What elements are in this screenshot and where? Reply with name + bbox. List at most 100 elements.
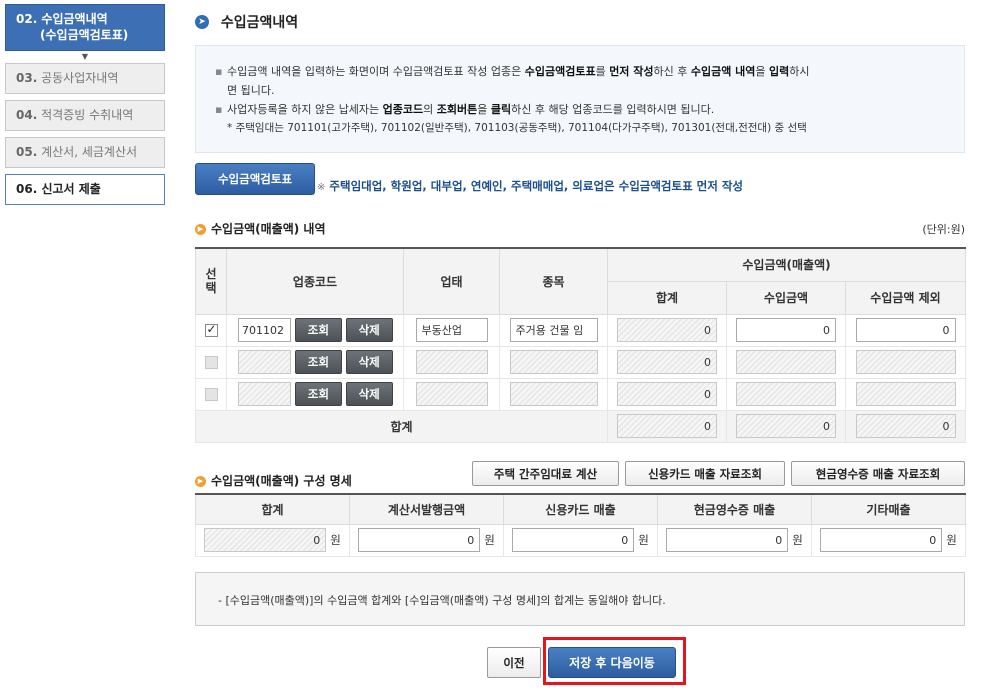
- composition-total-field: [204, 528, 327, 552]
- lookup-button[interactable]: 조회: [294, 318, 342, 342]
- won-unit: 원: [638, 532, 649, 547]
- cash-receipt-sales-input[interactable]: [666, 528, 789, 552]
- row-checkbox[interactable]: [204, 322, 218, 337]
- text: 하신 후 해당 업종코드를 입력하시면 됩니다.: [511, 103, 715, 116]
- col-revenue-group: 수입금액(매출액): [607, 247, 966, 282]
- sidebar-item-submit[interactable]: 06. 신고서 제출: [5, 174, 165, 205]
- text: 사업자등록을 하지 않은 납세자는: [227, 103, 383, 116]
- col-cash-receipt-sales: 현금영수증 매출: [657, 493, 812, 525]
- business-type-input[interactable]: [415, 382, 488, 406]
- text-bold: 수입금액 내역: [690, 65, 756, 78]
- text: 를: [595, 65, 610, 78]
- prev-button[interactable]: 이전: [487, 647, 541, 678]
- excluded-input[interactable]: [855, 350, 956, 374]
- review-note: ※ 주택임대업, 학원업, 대부업, 연예인, 주택매매업, 의료업은 수입금액…: [317, 178, 743, 194]
- sidebar-item-partners[interactable]: 03. 공동사업자내역: [5, 63, 165, 94]
- income-input[interactable]: [736, 382, 836, 406]
- page-title-row: ➤ 수입금액내역: [195, 12, 298, 32]
- col-total: 합계: [607, 280, 727, 315]
- delete-button[interactable]: 삭제: [345, 382, 393, 406]
- col-credit-card-sales: 신용카드 매출: [503, 493, 658, 525]
- delete-button[interactable]: 삭제: [345, 318, 393, 342]
- excluded-input[interactable]: [855, 318, 956, 342]
- sidebar-item-number: 05.: [16, 145, 38, 159]
- sidebar-item-label: 적격증빙 수취내역: [41, 108, 134, 122]
- text: 을: [477, 103, 491, 116]
- text-bold: 먼저 작성: [609, 65, 654, 78]
- col-business-type: 업태: [403, 247, 500, 315]
- footer-note: - [수입금액(매출액)]의 수입금액 합계와 [수입금액(매출액) 구성 명세…: [195, 572, 965, 626]
- sidebar-item-number: 03.: [16, 71, 38, 85]
- business-item-input[interactable]: [509, 350, 598, 374]
- instructions-box: ▪ 수입금액 내역을 입력하는 화면이며 수입금액검토표 작성 업종은 수입금액…: [195, 45, 965, 153]
- sidebar-item-invoices[interactable]: 05. 계산서, 세금계산서: [5, 137, 165, 168]
- table-row: 조회 삭제: [195, 313, 966, 347]
- composition-table: 합계 계산서발행금액 신용카드 매출 현금영수증 매출 기타매출 원 원 원 원…: [195, 493, 966, 557]
- row-checkbox[interactable]: [204, 388, 218, 401]
- row-total-field: [617, 350, 717, 374]
- sidebar-item-revenue[interactable]: 02. 수입금액내역 (수입금액검토표): [5, 4, 165, 51]
- sum-total-field: [617, 414, 717, 438]
- cash-receipt-sales-button[interactable]: 현금영수증 매출 자료조회: [791, 461, 965, 486]
- text: 하시: [789, 65, 810, 78]
- table-row: 조회 삭제: [195, 377, 966, 411]
- business-item-input[interactable]: [509, 382, 598, 406]
- col-income: 수입금액: [726, 280, 846, 315]
- text: 의: [423, 103, 437, 116]
- bullet-icon: ▪: [215, 65, 223, 78]
- won-unit: 원: [330, 532, 341, 547]
- industry-code-input[interactable]: [238, 350, 291, 374]
- table-row: 원 원 원 원 원: [195, 523, 966, 557]
- row-total-field: [617, 318, 717, 342]
- industry-code-input[interactable]: [238, 318, 291, 342]
- sum-income-field: [736, 414, 836, 438]
- housing-code-note: * 주택임대는 701101(고가주택), 701102(일반주택), 7011…: [227, 122, 807, 134]
- arrow-circle-icon: ➤: [195, 15, 209, 29]
- text-bold: 클릭: [490, 103, 512, 116]
- section-composition-title: ▶ 수입금액(매출액) 구성 명세: [195, 472, 352, 489]
- sum-excluded-field: [855, 414, 956, 438]
- won-unit: 원: [946, 532, 957, 547]
- section-bullet-icon: ▶: [195, 476, 206, 487]
- industry-code-input[interactable]: [238, 382, 291, 406]
- text: 면 됩니다.: [227, 84, 275, 97]
- excluded-input[interactable]: [855, 382, 956, 406]
- col-invoice-amount: 계산서발행금액: [349, 493, 504, 525]
- instruction-line-1: ▪ 수입금액 내역을 입력하는 화면이며 수입금액검토표 작성 업종은 수입금액…: [215, 62, 964, 100]
- section-bullet-icon: ▶: [195, 224, 206, 235]
- other-sales-input[interactable]: [820, 528, 943, 552]
- sidebar-item-label: 공동사업자내역: [41, 71, 119, 85]
- unit-label: (단위:원): [922, 223, 965, 236]
- save-next-button[interactable]: 저장 후 다음이동: [548, 647, 676, 678]
- row-checkbox[interactable]: [204, 356, 218, 369]
- row-total-field: [617, 382, 717, 406]
- section-title-text: 수입금액(매출액) 내역: [211, 222, 326, 236]
- section-title-text: 수입금액(매출액) 구성 명세: [211, 474, 352, 488]
- lookup-button[interactable]: 조회: [294, 350, 342, 374]
- delete-button[interactable]: 삭제: [345, 350, 393, 374]
- sidebar-item-evidence[interactable]: 04. 적격증빙 수취내역: [5, 100, 165, 131]
- col-select: 선택: [195, 247, 227, 315]
- invoice-amount-input[interactable]: [358, 528, 481, 552]
- business-type-input[interactable]: [415, 318, 488, 342]
- step-sidebar: 02. 수입금액내역 (수입금액검토표) ▼ 03. 공동사업자내역 04. 적…: [5, 4, 165, 211]
- credit-card-sales-button[interactable]: 신용카드 매출 자료조회: [625, 461, 785, 486]
- business-item-input[interactable]: [509, 318, 598, 342]
- income-input[interactable]: [736, 350, 836, 374]
- sum-row: 합계: [195, 409, 966, 443]
- text-bold: 수입금액검토표: [524, 65, 596, 78]
- income-input[interactable]: [736, 318, 836, 342]
- step-down-arrow-icon: ▼: [81, 52, 89, 61]
- business-type-input[interactable]: [415, 350, 488, 374]
- table-row: 조회 삭제: [195, 345, 966, 379]
- revenue-review-button[interactable]: 수입금액검토표: [195, 163, 315, 195]
- won-unit: 원: [484, 532, 495, 547]
- lookup-button[interactable]: 조회: [294, 382, 342, 406]
- housing-deemed-rent-button[interactable]: 주택 간주임대료 계산: [472, 461, 619, 486]
- sidebar-item-label: 신고서 제출: [41, 182, 101, 196]
- col-business-item: 종목: [499, 247, 608, 315]
- credit-card-sales-input[interactable]: [512, 528, 635, 552]
- text: 수입금액 내역을 입력하는 화면이며 수입금액검토표 작성 업종은: [227, 65, 525, 78]
- text: 하신 후: [653, 65, 691, 78]
- text: 을: [755, 65, 770, 78]
